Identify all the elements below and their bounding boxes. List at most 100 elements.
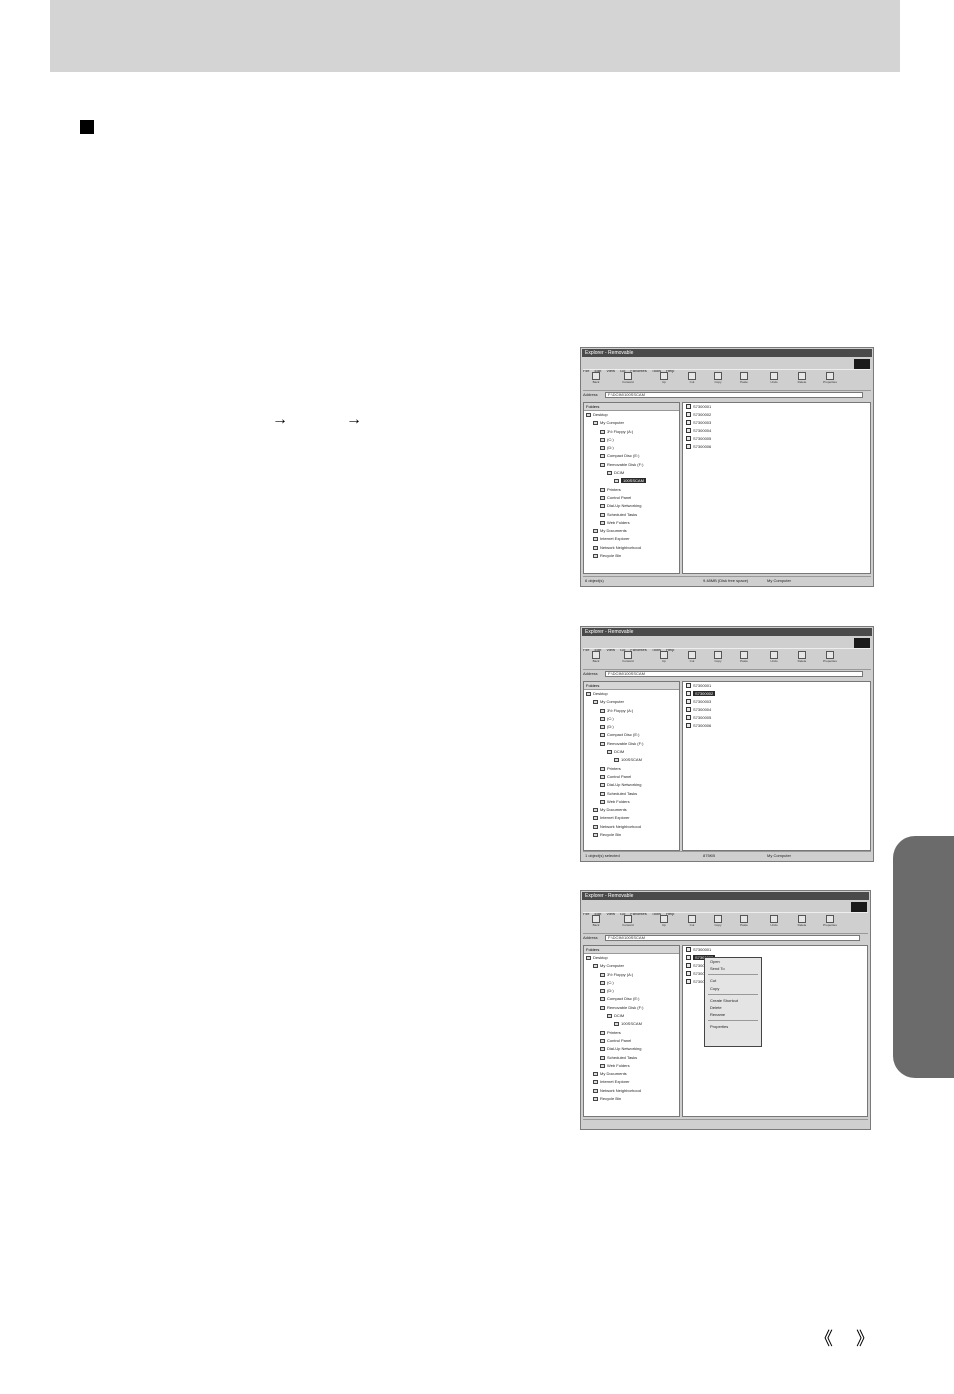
tree-item[interactable]: (D:): [584, 723, 679, 731]
delete-button[interactable]: Delete: [793, 651, 811, 667]
delete-button[interactable]: Delete: [793, 915, 811, 931]
tree-item[interactable]: 100SSCAM: [584, 477, 679, 485]
undo-button[interactable]: Undo: [765, 915, 783, 931]
tree-item[interactable]: Recycle Bin: [584, 552, 679, 560]
list-item[interactable]: S7300001: [683, 682, 870, 690]
up-button[interactable]: Up: [655, 651, 673, 667]
tree-item[interactable]: Removable Disk (F:): [584, 740, 679, 748]
list-item[interactable]: S7300003: [683, 419, 870, 427]
tree-item[interactable]: Desktop: [584, 411, 679, 419]
properties-button[interactable]: Properties: [821, 915, 839, 931]
tree-item[interactable]: Internet Explorer: [584, 814, 679, 822]
tree-item[interactable]: My Computer: [584, 698, 679, 706]
cut-button[interactable]: Cut: [683, 915, 701, 931]
tree-item[interactable]: Scheduled Tasks: [584, 1054, 679, 1062]
address-input[interactable]: F:\DCIM\100SSCAM: [605, 392, 863, 398]
prev-page-link[interactable]: 《: [815, 1328, 833, 1350]
tree-item[interactable]: My Documents: [584, 806, 679, 814]
tree-item[interactable]: Desktop: [584, 954, 679, 962]
address-input[interactable]: F:\DCIM\100SSCAM: [605, 671, 863, 677]
tree-item[interactable]: My Documents: [584, 527, 679, 535]
properties-button[interactable]: Properties: [821, 651, 839, 667]
tree-item[interactable]: Recycle Bin: [584, 1095, 679, 1103]
tree-item[interactable]: DCIM: [584, 748, 679, 756]
tree-item[interactable]: DCIM: [584, 469, 679, 477]
context-menu-item[interactable]: Create Shortcut: [705, 997, 761, 1004]
tree-item[interactable]: Network Neighborhood: [584, 544, 679, 552]
list-item[interactable]: S7300006: [683, 443, 870, 451]
list-item[interactable]: S7300004: [683, 427, 870, 435]
undo-button[interactable]: Undo: [765, 651, 783, 667]
tree-item[interactable]: Recycle Bin: [584, 831, 679, 839]
tree-item[interactable]: Compact Disc (E:): [584, 995, 679, 1003]
undo-button[interactable]: Undo: [765, 372, 783, 388]
copy-button[interactable]: Copy: [709, 372, 727, 388]
tree-item[interactable]: Printers: [584, 486, 679, 494]
tree-item[interactable]: Control Panel: [584, 773, 679, 781]
next-page-link[interactable]: 》: [856, 1328, 874, 1350]
tree-item[interactable]: (D:): [584, 444, 679, 452]
list-item[interactable]: S7300004: [683, 706, 870, 714]
tree-item[interactable]: My Documents: [584, 1070, 679, 1078]
list-item[interactable]: S7300005: [683, 714, 870, 722]
paste-button[interactable]: Paste: [735, 915, 753, 931]
tree-item[interactable]: Network Neighborhood: [584, 1087, 679, 1095]
tree-item[interactable]: Web Folders: [584, 798, 679, 806]
tree-item[interactable]: Control Panel: [584, 494, 679, 502]
tree-item[interactable]: Scheduled Tasks: [584, 511, 679, 519]
tree-item[interactable]: (C:): [584, 715, 679, 723]
tree-item[interactable]: Removable Disk (F:): [584, 1004, 679, 1012]
tree-item[interactable]: Desktop: [584, 690, 679, 698]
tree-item[interactable]: 3½ Floppy (A:): [584, 971, 679, 979]
context-menu-item[interactable]: Open: [705, 958, 761, 965]
context-menu-item[interactable]: Delete: [705, 1004, 761, 1011]
paste-button[interactable]: Paste: [735, 372, 753, 388]
tree-item[interactable]: Internet Explorer: [584, 535, 679, 543]
list-item[interactable]: S7300002: [683, 411, 870, 419]
tree-item[interactable]: Dial-Up Networking: [584, 1045, 679, 1053]
tree-item[interactable]: Internet Explorer: [584, 1078, 679, 1086]
tree-item[interactable]: 3½ Floppy (A:): [584, 428, 679, 436]
list-item[interactable]: S7300001: [683, 946, 867, 954]
tree-item[interactable]: Dial-Up Networking: [584, 781, 679, 789]
tree-item[interactable]: My Computer: [584, 962, 679, 970]
context-menu-item[interactable]: Copy: [705, 985, 761, 992]
list-item[interactable]: S7300001: [683, 403, 870, 411]
tree-item[interactable]: Compact Disc (E:): [584, 731, 679, 739]
tree-item[interactable]: Dial-Up Networking: [584, 502, 679, 510]
tree-item[interactable]: 100SSCAM: [584, 1020, 679, 1028]
tree-item[interactable]: (C:): [584, 436, 679, 444]
back-button[interactable]: Back: [587, 651, 605, 667]
paste-button[interactable]: Paste: [735, 651, 753, 667]
tree-item[interactable]: My Computer: [584, 419, 679, 427]
list-item[interactable]: S7300005: [683, 435, 870, 443]
copy-button[interactable]: Copy: [709, 915, 727, 931]
list-item[interactable]: S7300006: [683, 722, 870, 730]
back-button[interactable]: Back: [587, 372, 605, 388]
tree-item[interactable]: DCIM: [584, 1012, 679, 1020]
up-button[interactable]: Up: [655, 915, 673, 931]
tree-item[interactable]: Control Panel: [584, 1037, 679, 1045]
tree-item[interactable]: Web Folders: [584, 519, 679, 527]
tree-item[interactable]: Network Neighborhood: [584, 823, 679, 831]
tree-item[interactable]: (C:): [584, 979, 679, 987]
tree-item[interactable]: Printers: [584, 1029, 679, 1037]
forward-button[interactable]: Forward: [619, 651, 637, 667]
tree-item[interactable]: Web Folders: [584, 1062, 679, 1070]
context-menu-item[interactable]: Properties: [705, 1023, 761, 1030]
tree-item[interactable]: Compact Disc (E:): [584, 452, 679, 460]
cut-button[interactable]: Cut: [683, 651, 701, 667]
forward-button[interactable]: Forward: [619, 915, 637, 931]
back-button[interactable]: Back: [587, 915, 605, 931]
tree-item[interactable]: (D:): [584, 987, 679, 995]
up-button[interactable]: Up: [655, 372, 673, 388]
context-menu-item[interactable]: Send To: [705, 965, 761, 972]
cut-button[interactable]: Cut: [683, 372, 701, 388]
context-menu-item[interactable]: Cut: [705, 977, 761, 984]
tree-item[interactable]: 100SSCAM: [584, 756, 679, 764]
context-menu-item[interactable]: Rename: [705, 1011, 761, 1018]
list-item[interactable]: S7300003: [683, 698, 870, 706]
copy-button[interactable]: Copy: [709, 651, 727, 667]
properties-button[interactable]: Properties: [821, 372, 839, 388]
tree-item[interactable]: Scheduled Tasks: [584, 790, 679, 798]
